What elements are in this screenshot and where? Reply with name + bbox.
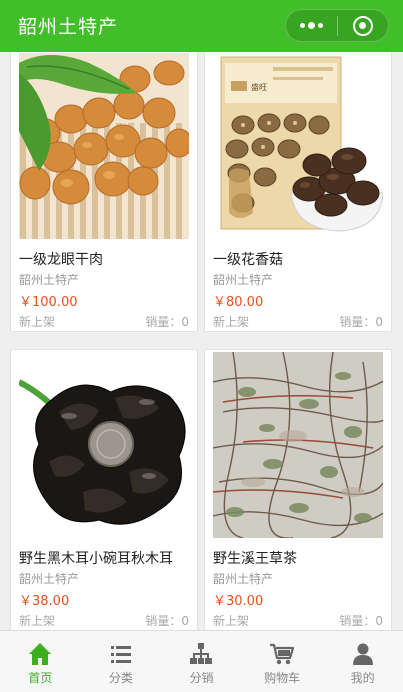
product-card[interactable]: 野生溪王草茶 韶州土特产 ￥30.00 新上架 销量：0 bbox=[204, 349, 392, 630]
bottom-tab-bar: 首页 分类 分销 购物车 我的 bbox=[0, 630, 403, 692]
product-card[interactable]: 一级龙眼干肉 韶州土特产 ￥100.00 新上架 销量：0 bbox=[10, 52, 198, 332]
package-brand-text: 盛旺 bbox=[251, 82, 267, 92]
product-price: ￥100.00 bbox=[19, 295, 78, 310]
product-name: 野生黑木耳小碗耳秋木耳 bbox=[19, 551, 173, 567]
product-price: ￥30.00 bbox=[213, 594, 264, 609]
user-icon bbox=[352, 643, 373, 665]
product-card[interactable]: 盛旺 一级花香菇 韶州土特产 ￥80.00 新上架 销量：0 bbox=[204, 52, 392, 332]
tab-label: 分销 bbox=[189, 671, 214, 685]
tab-category[interactable]: 分类 bbox=[81, 631, 162, 692]
product-card[interactable]: 野生黑木耳小碗耳秋木耳 韶州土特产 ￥38.00 新上架 销量：0 bbox=[10, 349, 198, 630]
product-shop: 韶州土特产 bbox=[19, 572, 80, 586]
product-sales: 销量：0 bbox=[339, 614, 383, 628]
tab-label: 首页 bbox=[28, 671, 53, 685]
org-chart-icon bbox=[190, 643, 213, 664]
product-sales: 销量：0 bbox=[145, 315, 189, 329]
page-title: 韶州土特产 bbox=[18, 16, 119, 38]
mini-program-capsule bbox=[285, 9, 389, 42]
more-menu-button[interactable] bbox=[286, 10, 337, 41]
product-image-herb-tea bbox=[213, 352, 383, 538]
product-name: 一级花香菇 bbox=[213, 252, 283, 268]
product-grid: 一级龙眼干肉 韶州土特产 ￥100.00 新上架 销量：0 盛旺 一级花香菇 韶… bbox=[0, 52, 403, 630]
product-price: ￥80.00 bbox=[213, 295, 264, 310]
target-close-icon bbox=[352, 15, 373, 36]
tab-label: 购物车 bbox=[264, 671, 301, 685]
tab-cart[interactable]: 购物车 bbox=[242, 631, 323, 692]
product-name: 野生溪王草茶 bbox=[213, 551, 297, 567]
app: 韶州土特产 一级龙眼干肉 韶州土特产 ￥100.00 新上架 销量：0 盛旺 一… bbox=[0, 0, 403, 692]
cart-icon bbox=[270, 643, 295, 665]
navigation-bar: 韶州土特产 bbox=[0, 0, 403, 52]
tab-label: 分类 bbox=[108, 671, 133, 685]
tab-label: 我的 bbox=[350, 671, 375, 685]
product-sales: 销量：0 bbox=[339, 315, 383, 329]
product-image-black-fungus bbox=[19, 352, 189, 538]
tab-home[interactable]: 首页 bbox=[0, 631, 81, 692]
product-shop: 韶州土特产 bbox=[213, 572, 274, 586]
more-dots-icon bbox=[299, 22, 323, 29]
product-shop: 韶州土特产 bbox=[213, 273, 274, 287]
product-name: 一级龙眼干肉 bbox=[19, 252, 103, 268]
product-price: ￥38.00 bbox=[19, 594, 70, 609]
tab-distribution[interactable]: 分销 bbox=[161, 631, 242, 692]
product-tag: 新上架 bbox=[19, 614, 56, 628]
product-image-longan bbox=[19, 53, 189, 239]
product-tag: 新上架 bbox=[213, 614, 250, 628]
product-shop: 韶州土特产 bbox=[19, 273, 80, 287]
close-mini-program-button[interactable] bbox=[338, 10, 389, 41]
home-icon bbox=[29, 643, 52, 665]
product-tag: 新上架 bbox=[213, 315, 250, 329]
list-icon bbox=[110, 646, 131, 663]
product-sales: 销量：0 bbox=[145, 614, 189, 628]
product-image-mushroom: 盛旺 bbox=[213, 53, 383, 239]
tab-mine[interactable]: 我的 bbox=[322, 631, 403, 692]
product-tag: 新上架 bbox=[19, 315, 56, 329]
